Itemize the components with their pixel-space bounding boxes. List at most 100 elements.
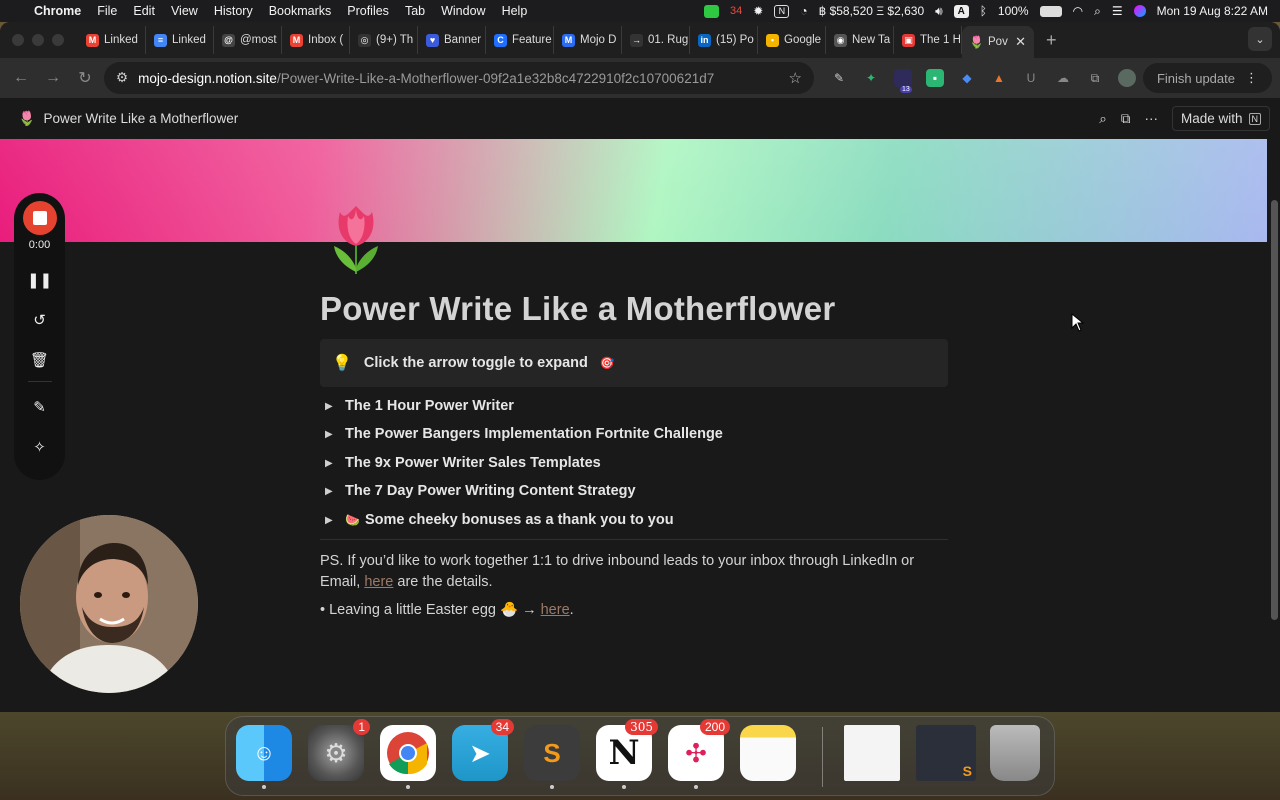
sun-icon[interactable]: ✹ <box>753 4 763 18</box>
menu-bookmarks[interactable]: Bookmarks <box>261 4 340 18</box>
dock-trash[interactable] <box>990 725 1040 781</box>
trash-icon[interactable]: 🗑︎ <box>30 349 50 371</box>
toggle-block[interactable]: ▶ The Power Bangers Implementation Fortni… <box>320 422 723 446</box>
easter-egg-link[interactable]: here <box>541 602 570 618</box>
tab[interactable]: C Feature <box>486 26 554 54</box>
more-vert-icon[interactable]: ⋮ <box>1245 70 1258 86</box>
toggle-block[interactable]: ▶ The 7 Day Power Writing Content Strateg… <box>320 479 636 503</box>
made-with-notion-button[interactable]: Made with N <box>1171 106 1270 131</box>
dock-notion[interactable]: N 305 <box>596 719 658 789</box>
leaf-extension-icon[interactable]: ☁ <box>1054 69 1072 87</box>
tab[interactable]: M Linked <box>78 26 146 54</box>
tab[interactable]: ◉ New Ta <box>826 26 894 54</box>
menu-tab[interactable]: Tab <box>397 4 433 18</box>
bluetooth-icon[interactable]: ᛒ <box>980 4 987 18</box>
battery-percent[interactable]: 100% <box>998 4 1029 18</box>
menu-window[interactable]: Window <box>433 4 493 18</box>
menu-app-name[interactable]: Chrome <box>26 4 89 18</box>
minimize-window-button[interactable] <box>32 34 44 46</box>
fox-extension-icon[interactable]: ▲ <box>990 69 1008 87</box>
toggle-block[interactable]: ▶ The 1 Hour Power Writer <box>320 394 514 418</box>
close-tab-icon[interactable]: ✕ <box>1015 34 1026 50</box>
finish-update-button[interactable]: Finish update ⋮ <box>1142 63 1272 93</box>
tab[interactable]: ▣ The 1 H <box>894 26 962 54</box>
bird-extension-icon[interactable]: ✦ <box>862 69 880 87</box>
search-icon[interactable]: ⌕ <box>1099 111 1107 127</box>
menu-edit[interactable]: Edit <box>125 4 163 18</box>
dock-telegram[interactable]: ➤ 34 <box>452 719 514 781</box>
toggle-arrow-icon[interactable]: ▶ <box>320 515 345 526</box>
tab[interactable]: ♥ Banner <box>418 26 486 54</box>
webcam-bubble[interactable] <box>20 515 198 693</box>
toggle-arrow-icon[interactable]: ▶ <box>320 458 345 469</box>
dock-slack[interactable]: ✣ 200 <box>668 719 730 789</box>
duplicate-icon[interactable]: ⧉ <box>1121 111 1131 127</box>
bookmark-star-icon[interactable]: ☆ <box>789 69 802 87</box>
tab[interactable]: → 01. Rug <box>622 26 690 54</box>
close-window-button[interactable] <box>12 34 24 46</box>
puzzle-extensions-icon[interactable]: ⧉ <box>1086 69 1104 87</box>
dock-chrome[interactable] <box>380 725 436 789</box>
gauge-icon[interactable]: ◔ <box>800 4 807 18</box>
clock[interactable]: Mon 19 Aug 8:22 AM <box>1157 4 1268 18</box>
menu-profiles[interactable]: Profiles <box>339 4 397 18</box>
stop-recording-button[interactable] <box>22 201 57 235</box>
control-center-icon[interactable]: ☰ <box>1112 4 1123 18</box>
toggle-block[interactable]: ▶ The 9x Power Writer Sales Templates <box>320 451 601 475</box>
toggle-arrow-icon[interactable]: ▶ <box>320 401 345 412</box>
gem-extension-icon[interactable]: ◆ <box>958 69 976 87</box>
search-icon[interactable]: ⌕ <box>1094 4 1101 19</box>
address-bar[interactable]: ⚙ mojo-design.notion.site/Power-Write-Li… <box>104 62 814 94</box>
dock-system-settings[interactable]: ⚙ 1 <box>308 719 370 781</box>
input-source-icon[interactable]: A <box>953 4 969 18</box>
u-extension-icon[interactable]: U <box>1022 69 1040 87</box>
dock-notes[interactable] <box>740 725 796 781</box>
menu-file[interactable]: File <box>89 4 125 18</box>
dock-sublime[interactable]: S <box>524 725 580 789</box>
menu-view[interactable]: View <box>163 4 206 18</box>
wifi-icon[interactable]: ◠ <box>1073 4 1083 18</box>
siri-icon[interactable] <box>1133 5 1146 17</box>
tab[interactable]: M Inbox ( <box>282 26 350 54</box>
purple-extension-icon[interactable]: 13 <box>894 69 912 93</box>
tab[interactable]: ◎ (9+) Th <box>350 26 418 54</box>
tab[interactable]: ▪ Google <box>758 26 826 54</box>
tab-search-chevron-icon[interactable]: ⌄ <box>1248 27 1272 51</box>
more-horiz-icon[interactable]: ··· <box>1144 111 1158 126</box>
pencil-icon[interactable]: ✎ <box>30 396 50 418</box>
restart-icon[interactable]: ↺ <box>30 309 50 331</box>
menu-history[interactable]: History <box>206 4 261 18</box>
page-scrollbar[interactable] <box>1271 200 1278 620</box>
dock-window-thumbnail[interactable]: S <box>916 725 976 781</box>
dock-finder[interactable]: ☺ <box>236 725 292 789</box>
tab[interactable]: in (15) Po <box>690 26 758 54</box>
magic-wand-icon[interactable]: ✧ <box>30 436 50 458</box>
dock-document-thumbnail[interactable] <box>844 725 900 781</box>
profile-avatar[interactable] <box>1118 69 1136 87</box>
tab[interactable]: ≡ Linked <box>146 26 214 54</box>
menu-help[interactable]: Help <box>494 4 536 18</box>
tulip-page-icon[interactable] <box>326 202 386 276</box>
status-badge[interactable]: 34 <box>730 5 742 17</box>
tab-active[interactable]: 🌷 Pov ✕ <box>962 26 1034 58</box>
pause-icon[interactable]: ❚❚ <box>27 269 52 291</box>
green-extension-icon[interactable]: ▪ <box>926 69 944 87</box>
new-tab-button[interactable]: + <box>1034 30 1069 51</box>
details-link[interactable]: here <box>364 574 393 590</box>
toggle-arrow-icon[interactable]: ▶ <box>320 486 345 497</box>
crypto-ticker[interactable]: ฿ $58,520 Ξ $2,630 <box>819 4 925 18</box>
volume-icon[interactable]: 🔊︎ <box>935 4 943 19</box>
site-settings-icon[interactable]: ⚙ <box>116 70 128 86</box>
zoom-window-button[interactable] <box>52 34 64 46</box>
back-arrow-icon[interactable]: ← <box>8 65 34 91</box>
tab[interactable]: @ @most <box>214 26 282 54</box>
pen-extension-icon[interactable]: ✎ <box>830 69 848 87</box>
reload-icon[interactable]: ↻ <box>72 65 98 91</box>
tab[interactable]: M Mojo D <box>554 26 622 54</box>
facetime-icon[interactable] <box>704 4 720 18</box>
toggle-block[interactable]: ▶ 🍉 Some cheeky bonuses as a thank you to … <box>320 508 674 532</box>
toggle-arrow-icon[interactable]: ▶ <box>320 429 345 440</box>
notion-menubar-icon[interactable]: N <box>774 4 790 18</box>
page-title-breadcrumb[interactable]: Power Write Like a Motherflower <box>43 111 238 126</box>
forward-arrow-icon[interactable]: → <box>40 65 66 91</box>
